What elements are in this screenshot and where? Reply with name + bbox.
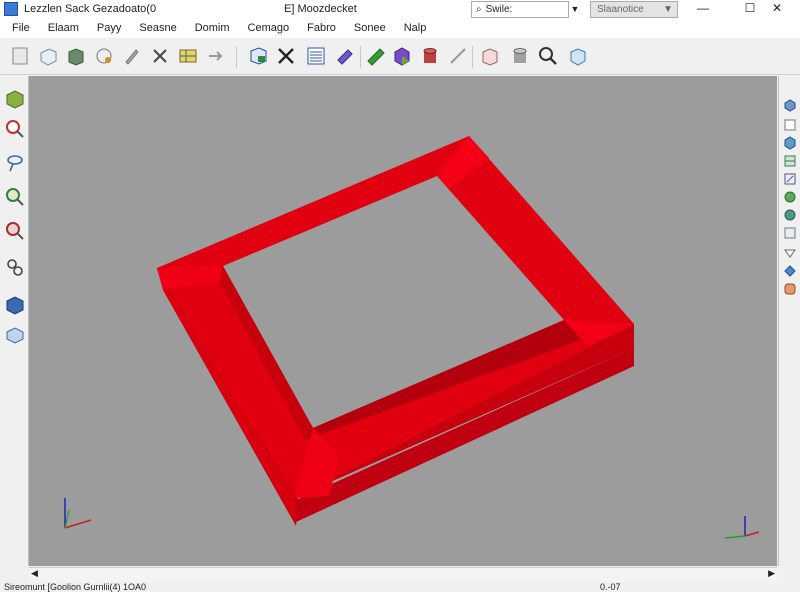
- menu-nalp[interactable]: Nalp: [404, 22, 427, 34]
- view-orange-icon[interactable]: [783, 282, 797, 296]
- toolbar-separator: [472, 46, 473, 68]
- lasso-icon[interactable]: [4, 152, 26, 174]
- view-hex-icon[interactable]: [783, 136, 797, 150]
- view-iso-icon[interactable]: [783, 98, 797, 112]
- status-text: Sireomunt [Goolion Gurnlii(4) 1OA0: [4, 582, 147, 592]
- blue-cube-icon[interactable]: [566, 44, 590, 68]
- right-view-toolbox: [778, 76, 800, 566]
- line-tool-icon[interactable]: [446, 44, 470, 68]
- grid-table-icon[interactable]: [176, 44, 200, 68]
- search-placeholder: Swile:: [485, 4, 513, 15]
- view-square-icon[interactable]: [783, 226, 797, 240]
- style-combo-value: Slaanotice: [597, 4, 644, 15]
- model-canvas[interactable]: [29, 76, 777, 566]
- spreadsheet-icon[interactable]: [304, 44, 328, 68]
- menu-seasne[interactable]: Seasne: [139, 22, 176, 34]
- scroll-left-icon[interactable]: ◀: [31, 568, 38, 579]
- gear-sketch-icon[interactable]: [92, 44, 116, 68]
- status-bar: Sireomunt [Goolion Gurnlii(4) 1OA0 0.-07: [0, 582, 800, 592]
- view-globe2-icon[interactable]: [783, 208, 797, 222]
- document-title: E] Moozdecket: [284, 3, 357, 15]
- view-edit-icon[interactable]: [783, 172, 797, 186]
- app-icon: [4, 2, 18, 16]
- red-cylinder-icon[interactable]: [418, 44, 442, 68]
- view-diamond-icon[interactable]: [783, 264, 797, 278]
- new-file-icon[interactable]: [8, 44, 32, 68]
- main-toolbar: [0, 40, 800, 75]
- axis-triad-right: [724, 516, 760, 539]
- zoom-fit-icon[interactable]: [4, 186, 26, 208]
- chevron-down-icon: ▼: [663, 4, 673, 15]
- menu-payy[interactable]: Payy: [97, 22, 121, 34]
- app-title: Lezzlen Sack Gezadoato(0: [24, 3, 157, 15]
- toolbar-separator: [360, 46, 361, 68]
- close-x-icon[interactable]: [274, 44, 298, 68]
- box-outline-icon[interactable]: [36, 44, 60, 68]
- lock-icon[interactable]: [4, 256, 26, 278]
- zoom-window-icon[interactable]: [4, 220, 26, 242]
- import-box-icon[interactable]: [246, 44, 270, 68]
- red-frame-model[interactable]: [157, 136, 634, 526]
- blue-cube-icon[interactable]: [4, 294, 26, 316]
- purple-prism-icon[interactable]: [332, 44, 356, 68]
- menu-file[interactable]: File: [12, 22, 30, 34]
- view-grid-icon[interactable]: [783, 154, 797, 168]
- pencil-icon[interactable]: [120, 44, 144, 68]
- menu-domim[interactable]: Domim: [195, 22, 230, 34]
- gray-cylinder-icon[interactable]: [508, 44, 532, 68]
- search-dropdown-icon[interactable]: ▼: [568, 1, 582, 17]
- horizontal-scrollbar[interactable]: ◀ ▶: [29, 567, 777, 582]
- toolbar-separator: [236, 46, 237, 68]
- solid-cube-icon[interactable]: [64, 44, 88, 68]
- sketch-box-icon[interactable]: [4, 88, 26, 110]
- view-blank-icon[interactable]: [783, 118, 797, 132]
- search-input[interactable]: ⌕ Swile:: [471, 1, 569, 18]
- menu-sonee[interactable]: Sonee: [354, 22, 386, 34]
- scroll-right-icon[interactable]: ▶: [768, 568, 775, 579]
- green-bar-icon[interactable]: [364, 44, 388, 68]
- search-icon: ⌕: [476, 4, 482, 15]
- menu-fabro[interactable]: Fabro: [307, 22, 336, 34]
- pink-box-icon[interactable]: [478, 44, 502, 68]
- purple-solid-icon[interactable]: [390, 44, 414, 68]
- menu-bar: File Elaam Payy Seasne Domim Cemago Fabr…: [0, 18, 800, 38]
- magnifier-icon[interactable]: [536, 44, 560, 68]
- 3d-viewport[interactable]: [29, 76, 777, 566]
- layer-box-icon[interactable]: [4, 324, 26, 346]
- menu-cemago[interactable]: Cemago: [248, 22, 290, 34]
- style-combo[interactable]: Slaanotice ▼: [590, 1, 678, 18]
- delete-x-icon[interactable]: [148, 44, 172, 68]
- view-triangle-icon[interactable]: [783, 246, 797, 260]
- left-toolbox: [0, 76, 29, 566]
- status-coords: 0.-07: [600, 582, 621, 592]
- view-globe-icon[interactable]: [783, 190, 797, 204]
- close-button[interactable]: ✕: [754, 0, 800, 16]
- arrow-right-icon[interactable]: [204, 44, 228, 68]
- menu-elaam[interactable]: Elaam: [48, 22, 79, 34]
- axis-triad-left: [64, 498, 92, 529]
- minimize-button[interactable]: —: [680, 0, 726, 16]
- zoom-red-icon[interactable]: [4, 118, 26, 140]
